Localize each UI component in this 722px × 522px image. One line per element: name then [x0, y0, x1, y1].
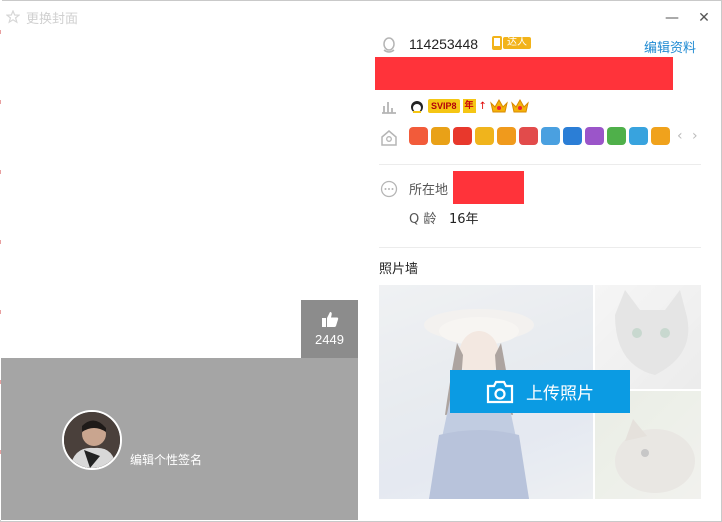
edit-profile-link[interactable]: 编辑资料: [644, 37, 696, 56]
cover-info-panel: [1, 358, 358, 520]
edit-signature-link[interactable]: 编辑个性签名: [130, 451, 202, 468]
avatar[interactable]: [62, 410, 122, 470]
more-icon: [380, 180, 398, 198]
annual-tag: 年: [462, 99, 476, 113]
qq-age-value: 16年: [449, 212, 479, 227]
badge-icon[interactable]: [607, 127, 626, 145]
crown-icon: [511, 98, 529, 113]
badges-row: [409, 127, 670, 145]
crown-icon: [490, 98, 508, 113]
location-label: 所在地: [409, 183, 449, 198]
badge-icon[interactable]: [651, 127, 670, 145]
badge-icon[interactable]: [475, 127, 494, 145]
badge-icon[interactable]: [453, 127, 472, 145]
arrow-up-icon: ↑: [478, 100, 487, 112]
badge-icon[interactable]: [541, 127, 560, 145]
badge-icon[interactable]: [431, 127, 450, 145]
title-bar[interactable]: 更换封面: [6, 6, 78, 28]
svip-level: SVIP8: [428, 99, 460, 113]
badge-icon[interactable]: [629, 127, 648, 145]
photo-wall-title: 照片墙: [379, 262, 419, 277]
like-button[interactable]: 2449: [301, 300, 358, 358]
chart-icon: [382, 102, 396, 114]
redacted-nickname: [375, 57, 673, 90]
qq-number: 114253448: [409, 36, 479, 52]
divider: [379, 247, 701, 248]
upload-photo-label: 上传照片: [526, 384, 594, 404]
star-icon: [6, 10, 20, 24]
phone-icon: [492, 36, 502, 50]
minimize-button[interactable]: —: [664, 10, 680, 26]
penguin-vip-icon: [411, 101, 423, 113]
like-count: 2449: [315, 332, 344, 347]
badge-icon[interactable]: [409, 127, 428, 145]
qq-penguin-icon: [383, 37, 395, 53]
divider: [379, 164, 701, 165]
badge-icon[interactable]: [519, 127, 538, 145]
badges-next-icon[interactable]: ›: [692, 128, 698, 144]
badge-icon[interactable]: [563, 127, 582, 145]
camera-icon: [486, 380, 514, 403]
vip-row[interactable]: SVIP8 年 ↑: [409, 96, 529, 116]
upload-photo-button[interactable]: 上传照片: [450, 370, 630, 413]
avatar-image: [64, 412, 120, 468]
change-cover-link[interactable]: 更换封面: [26, 8, 78, 27]
badge-icon[interactable]: [585, 127, 604, 145]
thumb-up-icon: [321, 312, 338, 327]
daren-tag: 达人: [503, 37, 531, 49]
daren-badge[interactable]: 达人: [491, 35, 531, 51]
close-button[interactable]: ✕: [696, 10, 712, 26]
qq-age-label: Q 龄: [409, 212, 437, 227]
redacted-location: [453, 171, 524, 204]
badge-icon[interactable]: [497, 127, 516, 145]
badges-prev-icon[interactable]: ‹: [677, 128, 683, 144]
badge-house-icon: [381, 130, 397, 146]
